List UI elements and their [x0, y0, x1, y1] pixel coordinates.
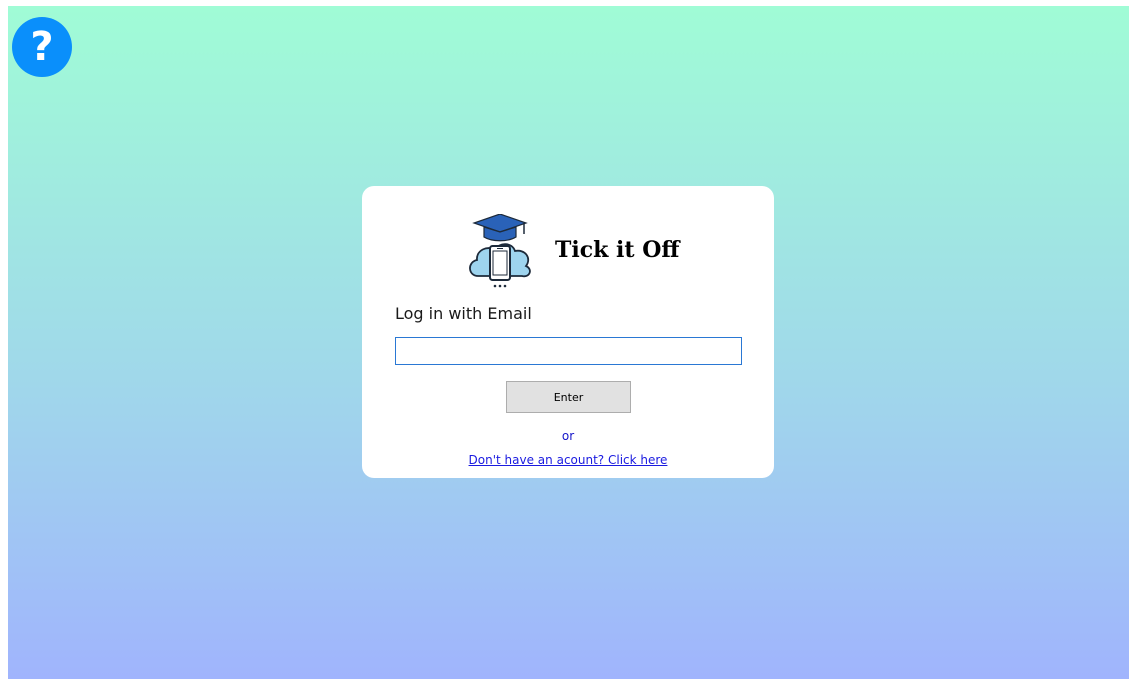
login-email-label: Log in with Email — [395, 304, 532, 323]
graduation-cap-cloud-phone-icon — [469, 214, 531, 288]
email-input[interactable] — [395, 337, 742, 365]
help-button[interactable]: ? — [12, 17, 72, 77]
app-title: Tick it Off — [555, 237, 680, 263]
or-separator: or — [561, 429, 575, 443]
enter-button[interactable]: Enter — [506, 381, 631, 413]
login-card: Tick it Off Log in with Email Enter or D… — [362, 186, 774, 478]
question-mark-icon: ? — [30, 24, 54, 70]
signup-link[interactable]: Don't have an acount? Click here — [362, 453, 774, 467]
app-window: ? Tick it Off Log in with Email Enter or — [8, 6, 1129, 679]
